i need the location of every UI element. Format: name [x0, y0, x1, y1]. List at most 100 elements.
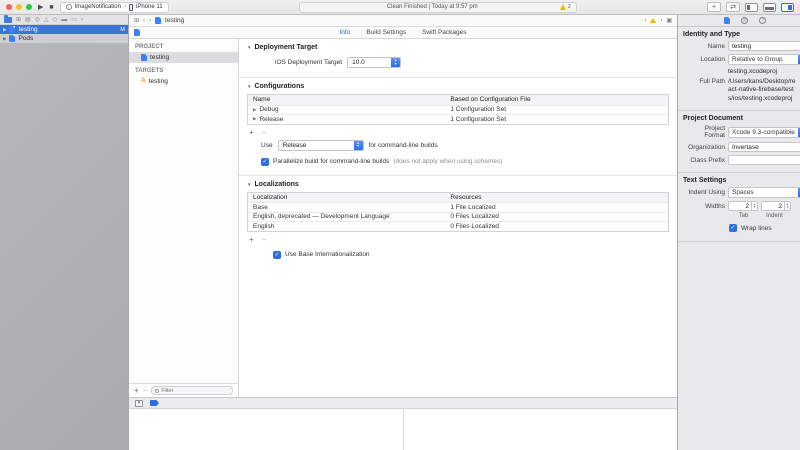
disclosure-triangle-icon[interactable]: ▶ — [253, 107, 256, 113]
related-items-icon[interactable]: ⊞ — [134, 18, 139, 24]
tab-width-stepper[interactable]: 2 ▲▼ — [728, 201, 758, 211]
disclosure-triangle-icon[interactable]: ▼ — [247, 45, 251, 50]
filter-input[interactable] — [161, 388, 229, 394]
indent-width-stepper[interactable]: 2 ▲▼ — [761, 201, 791, 211]
editor-options-icon[interactable]: ▣ — [666, 18, 672, 24]
base-internationalization-checkbox[interactable]: ✓ — [273, 251, 281, 259]
indent-using-popup[interactable]: Spaces ▲▼ — [728, 187, 800, 198]
toggle-debug-area-button[interactable] — [763, 3, 776, 12]
disclosure-triangle-icon[interactable]: ▶ — [3, 36, 6, 42]
disclosure-triangle-icon[interactable]: ▼ — [247, 182, 251, 187]
zoom-window-button[interactable] — [26, 4, 32, 10]
test-navigator-icon[interactable]: ◇ — [53, 17, 58, 23]
issue-back-button[interactable]: ‹ — [644, 18, 646, 24]
minimize-window-button[interactable] — [16, 4, 22, 10]
project-format-popup[interactable]: Xcode 9.3-compatible ▲▼ — [728, 127, 800, 138]
file-row: testing.xcodeproj — [683, 68, 800, 75]
wrap-lines-checkbox[interactable]: ✓ — [729, 224, 737, 232]
full-path-label: Full Path — [683, 78, 725, 85]
quick-help-icon[interactable]: ? — [759, 17, 766, 24]
indent-width-value: 2 — [761, 201, 785, 211]
project-file-icon — [9, 26, 15, 33]
report-navigator-icon[interactable]: ▫ — [81, 17, 83, 23]
table-row[interactable]: ▶ Debug 1 Configuration Set — [248, 105, 668, 115]
run-button[interactable]: ▶ — [38, 4, 43, 11]
nav-item-testing[interactable]: ▶ testing M — [0, 25, 128, 34]
parallelize-checkbox[interactable]: ✓ — [261, 158, 269, 166]
file-inspector-icon[interactable] — [724, 17, 730, 24]
back-button[interactable]: ‹ — [143, 18, 145, 24]
project-doc-icon — [134, 29, 140, 36]
ios-deployment-target-popup[interactable]: 10.0 ▲▼ — [347, 57, 401, 68]
tab-build-settings[interactable]: Build Settings — [366, 29, 406, 36]
targets-header: TARGETS — [129, 63, 238, 76]
table-row[interactable]: ▶ Release 1 Configuration Set — [248, 114, 668, 124]
tab-swift-packages[interactable]: Swift Packages — [422, 29, 466, 36]
toggle-inspector-button[interactable] — [781, 3, 794, 12]
history-inspector-icon[interactable]: ◎ — [741, 17, 748, 24]
debug-navigator-icon[interactable]: ▬ — [61, 17, 67, 23]
symbol-navigator-icon[interactable]: ▤ — [25, 17, 31, 23]
source-control-navigator-icon[interactable]: ⊞ — [16, 17, 21, 23]
section-header[interactable]: ▼ Deployment Target — [239, 39, 677, 55]
nav-item-pods[interactable]: ▶ Pods — [0, 34, 128, 43]
organization-label: Organization — [683, 144, 725, 151]
indent-using-label: Indent Using — [683, 189, 725, 196]
table-row[interactable]: Base 1 File Localized — [248, 202, 668, 212]
section-header[interactable]: ▼ Configurations — [239, 78, 677, 94]
code-review-button[interactable]: ⇄ — [726, 2, 740, 12]
issue-forward-button[interactable]: › — [660, 18, 662, 24]
tab-info[interactable]: Info — [339, 29, 350, 36]
stepper-arrows-icon[interactable]: ▲▼ — [752, 201, 758, 211]
class-prefix-field[interactable] — [728, 155, 800, 165]
target-row-testing[interactable]: A testing — [129, 76, 238, 87]
console-view[interactable] — [404, 409, 678, 450]
project-row-testing[interactable]: testing — [129, 52, 238, 63]
breakpoint-navigator-icon[interactable]: ▭ — [71, 17, 77, 23]
warning-badge[interactable]: 2 — [560, 4, 571, 10]
project-navigator-icon[interactable] — [4, 17, 12, 23]
table-row[interactable]: English 0 Files Localized — [248, 221, 668, 231]
hide-debug-area-icon[interactable]: ▼ — [135, 400, 143, 407]
remove-configuration-button[interactable]: − — [262, 129, 267, 137]
add-configuration-button[interactable]: + — [249, 129, 254, 137]
filter-field[interactable] — [151, 386, 233, 395]
table-row[interactable]: English, deprecated — Development Langua… — [248, 212, 668, 222]
issue-warning-icon[interactable] — [650, 18, 656, 23]
parallelize-note: (does not apply when using schemes) — [393, 158, 502, 165]
remove-localization-button[interactable]: − — [262, 236, 267, 244]
full-path-row: Full Path /Users/kans/Desktop/react-nati… — [683, 78, 800, 103]
app-target-icon: A — [141, 78, 146, 85]
scheme-selector[interactable]: i ImageNotification › iPhone 11 — [60, 2, 169, 13]
project-targets-panel: PROJECT testing TARGETS A testing + − — [129, 39, 239, 397]
jump-bar-file-name[interactable]: testing — [165, 17, 184, 24]
add-localization-button[interactable]: + — [249, 236, 254, 244]
modified-badge: M — [120, 27, 125, 33]
config-based: 1 Configuration Set — [445, 106, 668, 113]
stop-button[interactable]: ■ — [49, 4, 53, 11]
stepper-arrows-icon[interactable]: ▲▼ — [785, 201, 791, 211]
name-field[interactable]: testing — [728, 41, 800, 51]
breakpoints-toggle-icon[interactable] — [150, 400, 159, 406]
organization-field[interactable]: Invertase — [728, 142, 800, 152]
find-navigator-icon[interactable]: ◎ — [35, 17, 40, 23]
file-icon — [155, 17, 161, 24]
close-window-button[interactable] — [6, 4, 12, 10]
localization-resources: 0 Files Localized — [445, 213, 668, 220]
toggle-navigator-button[interactable] — [745, 3, 758, 12]
localization-resources: 1 File Localized — [445, 204, 668, 211]
disclosure-triangle-icon[interactable]: ▶ — [3, 27, 6, 33]
section-header[interactable]: ▼ Localizations — [239, 176, 677, 192]
issue-navigator-icon[interactable]: △ — [44, 17, 49, 23]
command-line-config-popup[interactable]: Release ▲▼ — [278, 140, 364, 151]
section-title: Deployment Target — [254, 44, 317, 51]
remove-target-button[interactable]: − — [143, 387, 148, 395]
location-popup[interactable]: Relative to Group ▲▼ — [728, 54, 800, 65]
project-info-pane: ▼ Deployment Target iOS Deployment Targe… — [239, 39, 677, 397]
library-button[interactable]: + — [707, 2, 721, 12]
add-target-button[interactable]: + — [134, 387, 139, 395]
toolbar: ▶ ■ i ImageNotification › iPhone 11 Clea… — [0, 0, 800, 15]
disclosure-triangle-icon[interactable]: ▶ — [253, 116, 256, 122]
disclosure-triangle-icon[interactable]: ▼ — [247, 84, 251, 89]
forward-button[interactable]: › — [149, 18, 151, 24]
